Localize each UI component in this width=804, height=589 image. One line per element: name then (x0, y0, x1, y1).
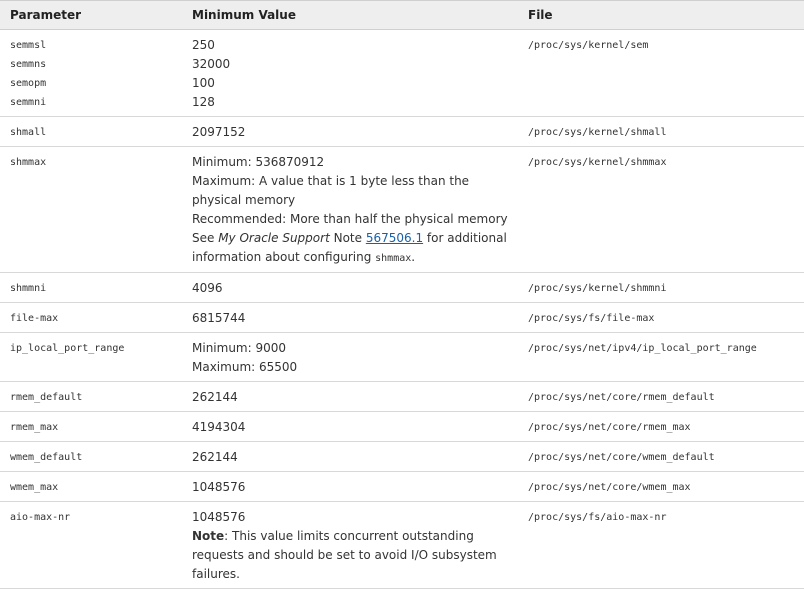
file-cell: /proc/sys/net/core/rmem_max (528, 411, 804, 442)
value-cell: 1048576 (192, 471, 528, 502)
file-cell: /proc/sys/fs/aio-max-nr (528, 501, 804, 589)
param-cell: semmsl semmns semopm semmni (0, 29, 192, 117)
note-text: : This value limits concurrent outstandi… (192, 529, 497, 581)
value-cell: 4194304 (192, 411, 528, 442)
value-cell: Minimum: 9000 Maximum: 65500 (192, 332, 528, 382)
port-range-maximum: Maximum: 65500 (192, 360, 298, 374)
value-cell: 4096 (192, 272, 528, 303)
file-cell: /proc/sys/net/core/wmem_default (528, 441, 804, 472)
table-row: shmmni 4096 /proc/sys/kernel/shmmni (0, 272, 804, 303)
param-cell: file-max (0, 302, 192, 333)
table-row: shmmax Minimum: 536870912 Maximum: A val… (0, 146, 804, 273)
param-cell: aio-max-nr (0, 501, 192, 589)
file-cell: /proc/sys/kernel/shmmni (528, 272, 804, 303)
see-prefix: See (192, 231, 219, 245)
value-cell: 250 32000 100 128 (192, 29, 528, 117)
shmmax-code: shmmax (375, 253, 412, 264)
header-file: File (528, 0, 804, 30)
value-semopm: 100 (192, 76, 215, 90)
see-end: . (411, 250, 416, 264)
param-cell: shmmax (0, 146, 192, 273)
table-header-row: Parameter Minimum Value File (0, 0, 804, 30)
header-minimum-value: Minimum Value (192, 0, 528, 30)
param-semmni: semmni (10, 97, 47, 108)
param-cell: wmem_default (0, 441, 192, 472)
file-cell: /proc/sys/net/ipv4/ip_local_port_range (528, 332, 804, 382)
param-cell: wmem_max (0, 471, 192, 502)
param-cell: shmmni (0, 272, 192, 303)
shmmax-maximum: Maximum: A value that is 1 byte less tha… (192, 174, 470, 207)
param-cell: shmall (0, 116, 192, 147)
note-567506-link[interactable]: 567506.1 (366, 231, 423, 245)
table-row: wmem_default 262144 /proc/sys/net/core/w… (0, 441, 804, 472)
file-cell: /proc/sys/fs/file-max (528, 302, 804, 333)
file-cell: /proc/sys/kernel/shmall (528, 116, 804, 147)
file-cell: /proc/sys/kernel/sem (528, 29, 804, 117)
value-semmns: 32000 (192, 57, 231, 71)
param-semopm: semopm (10, 78, 47, 89)
file-cell: /proc/sys/net/core/wmem_max (528, 471, 804, 502)
value-cell: 2097152 (192, 116, 528, 147)
table-row: aio-max-nr 1048576 Note: This value limi… (0, 501, 804, 589)
my-oracle-support-text: My Oracle Support (218, 231, 330, 245)
file-cell: /proc/sys/net/core/rmem_default (528, 381, 804, 412)
table-row: ip_local_port_range Minimum: 9000 Maximu… (0, 332, 804, 382)
param-semmns: semmns (10, 59, 47, 70)
table-row: rmem_default 262144 /proc/sys/net/core/r… (0, 381, 804, 412)
value-cell: 262144 (192, 381, 528, 412)
aio-max-nr-note: Note: This value limits concurrent outst… (192, 527, 516, 584)
table-row: semmsl semmns semopm semmni 250 32000 10… (0, 29, 804, 117)
table-row: file-max 6815744 /proc/sys/fs/file-max (0, 302, 804, 333)
note-label: Note (192, 529, 225, 543)
file-cell: /proc/sys/kernel/shmmax (528, 146, 804, 273)
aio-max-nr-value: 1048576 (192, 510, 246, 524)
value-cell: 1048576 Note: This value limits concurre… (192, 501, 528, 589)
see-note-word: Note (329, 231, 366, 245)
port-range-minimum: Minimum: 9000 (192, 341, 287, 355)
param-cell: ip_local_port_range (0, 332, 192, 382)
param-semmsl: semmsl (10, 40, 47, 51)
value-semmsl: 250 (192, 38, 215, 52)
value-cell: 262144 (192, 441, 528, 472)
param-cell: rmem_max (0, 411, 192, 442)
table-row: wmem_max 1048576 /proc/sys/net/core/wmem… (0, 471, 804, 502)
table-row: rmem_max 4194304 /proc/sys/net/core/rmem… (0, 411, 804, 442)
shmmax-recommended: Recommended: More than half the physical… (192, 212, 508, 226)
kernel-parameters-table: Parameter Minimum Value File semmsl semm… (0, 0, 804, 589)
param-cell: rmem_default (0, 381, 192, 412)
value-cell: Minimum: 536870912 Maximum: A value that… (192, 146, 528, 273)
value-cell: 6815744 (192, 302, 528, 333)
shmmax-see-note: See My Oracle Support Note 567506.1 for … (192, 229, 516, 268)
table-row: shmall 2097152 /proc/sys/kernel/shmall (0, 116, 804, 147)
shmmax-minimum: Minimum: 536870912 (192, 155, 325, 169)
header-parameter: Parameter (0, 0, 192, 30)
value-semmni: 128 (192, 95, 215, 109)
